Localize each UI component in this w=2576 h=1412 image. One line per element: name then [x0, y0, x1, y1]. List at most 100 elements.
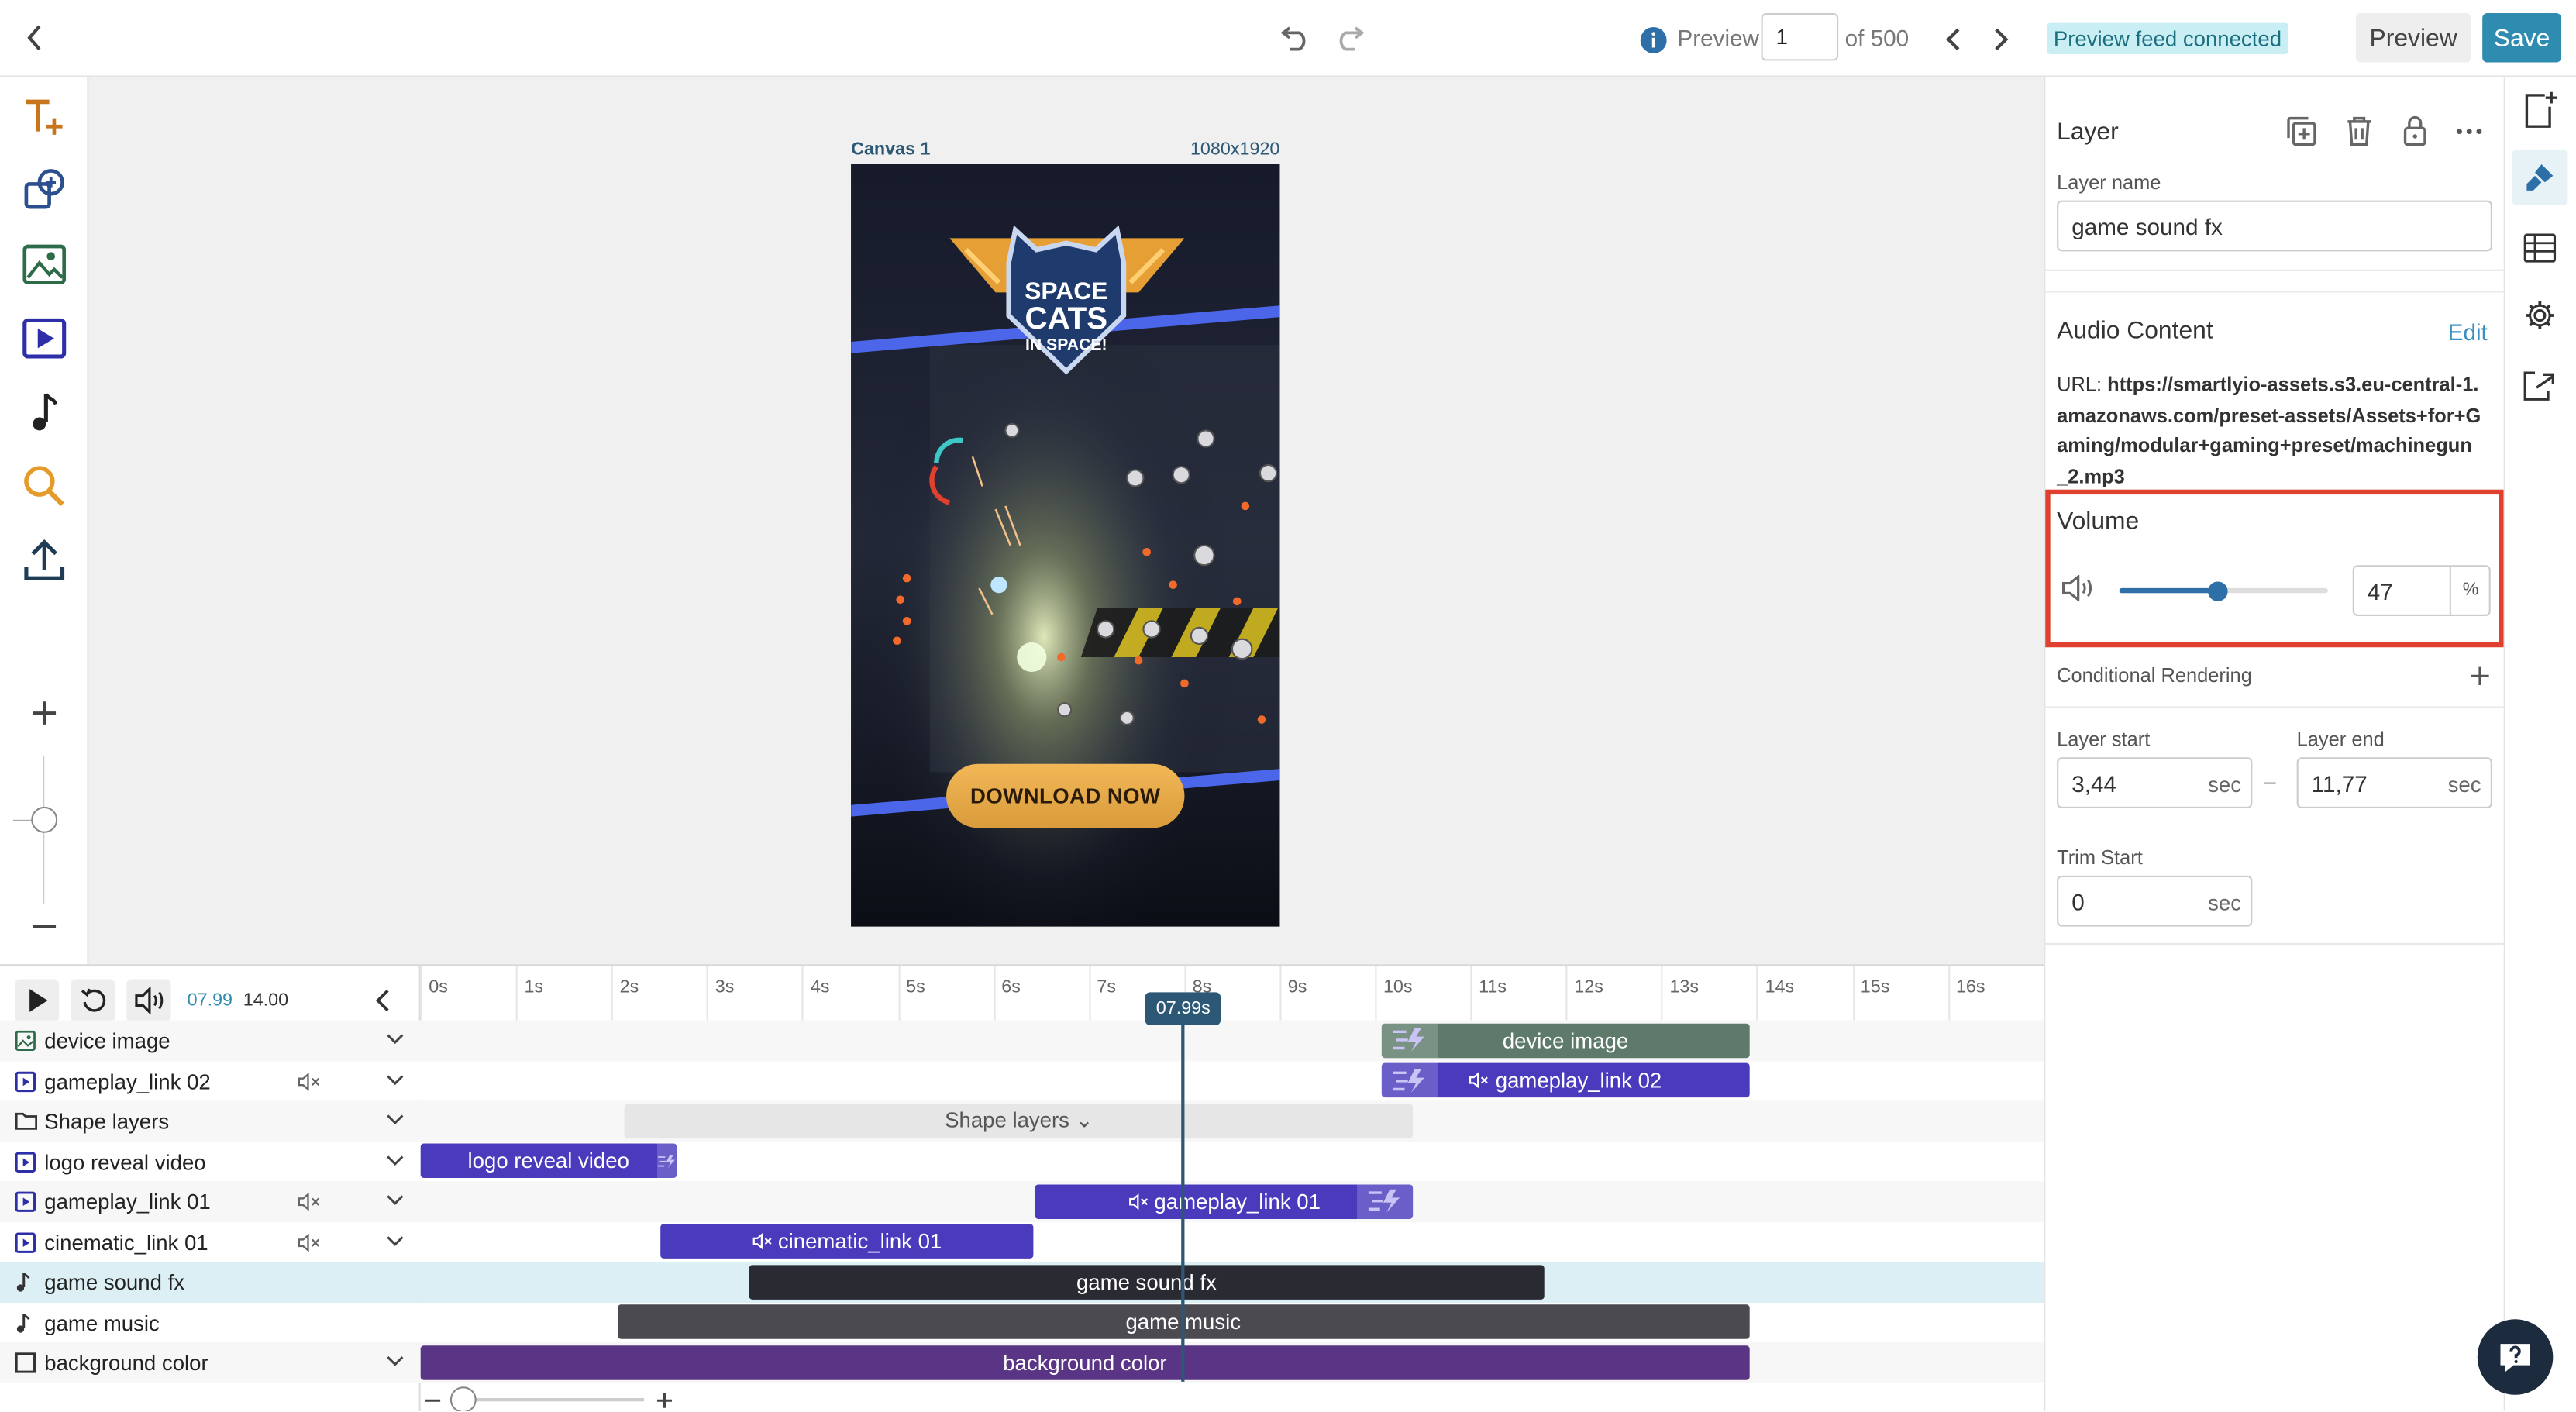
- chevron-left-icon: [27, 25, 41, 50]
- playhead-time[interactable]: 07.99s: [1145, 992, 1221, 1025]
- layer-item[interactable]: game sound fx: [0, 1262, 419, 1302]
- timeline-zoom-track[interactable]: [460, 1398, 645, 1402]
- upload-button[interactable]: [16, 532, 72, 588]
- timeline-tick-label: 7s: [1097, 977, 1117, 997]
- transition-icon[interactable]: [1381, 1062, 1438, 1098]
- layer-name: game music: [44, 1310, 160, 1335]
- preview-button[interactable]: Preview: [2355, 12, 2471, 63]
- layer-end-value: 11,77: [2311, 770, 2368, 797]
- volume-input[interactable]: 47 %: [2352, 565, 2491, 616]
- lock-layer-button[interactable]: [2397, 113, 2433, 150]
- info-icon[interactable]: [1638, 25, 1668, 54]
- volume-toggle-button[interactable]: [126, 979, 171, 1022]
- zoom-in-button[interactable]: [16, 685, 72, 741]
- layer-item[interactable]: gameplay_link 02: [0, 1060, 419, 1100]
- layer-start-input[interactable]: 3,44 sec: [2057, 757, 2253, 808]
- export-button[interactable]: [2522, 368, 2558, 405]
- layer-name: game sound fx: [44, 1269, 185, 1295]
- mute-icon[interactable]: [298, 1193, 322, 1211]
- chevron-down-icon[interactable]: [386, 1114, 404, 1125]
- play-button[interactable]: [15, 979, 60, 1022]
- trim-start-input[interactable]: 0 sec: [2057, 875, 2253, 927]
- timeline-clip[interactable]: gameplay_link 01: [1035, 1183, 1414, 1218]
- timeline-tick-label: 16s: [1955, 977, 1985, 997]
- preview-prev-button[interactable]: [1937, 23, 1969, 56]
- timeline-zoom-in[interactable]: [653, 1388, 676, 1411]
- lock-icon: [2403, 115, 2426, 146]
- layer-item[interactable]: device image: [0, 1020, 419, 1060]
- preview-page-input[interactable]: [1761, 12, 1839, 61]
- total-time: 14.00: [243, 990, 289, 1011]
- replay-button[interactable]: [71, 979, 115, 1022]
- volume-mute-button[interactable]: [2060, 573, 2096, 603]
- layer-item[interactable]: background color: [0, 1342, 419, 1383]
- download-now-button[interactable]: DOWNLOAD NOW: [946, 763, 1185, 828]
- transition-icon[interactable]: [1381, 1022, 1438, 1058]
- more-options-button[interactable]: [2451, 113, 2488, 150]
- duplicate-layer-button[interactable]: [2284, 113, 2320, 150]
- trash-icon: [2347, 116, 2371, 146]
- divider: [2044, 269, 2504, 271]
- undo-button[interactable]: [1275, 23, 1314, 56]
- chevron-down-icon[interactable]: [386, 1033, 404, 1045]
- layer-item[interactable]: logo reveal video: [0, 1141, 419, 1181]
- add-video-button[interactable]: [16, 311, 72, 367]
- help-button[interactable]: [2477, 1319, 2554, 1395]
- zoom-slider-handle[interactable]: [31, 806, 58, 833]
- sec-unit: sec: [2208, 772, 2242, 797]
- layer-item[interactable]: gameplay_link 01: [0, 1181, 419, 1221]
- add-condition-button[interactable]: [2466, 662, 2492, 688]
- mute-icon[interactable]: [298, 1232, 322, 1252]
- layer-item[interactable]: game music: [0, 1302, 419, 1342]
- add-shape-button[interactable]: [16, 163, 72, 219]
- layer-end-label: Layer end: [2296, 728, 2385, 751]
- chevron-down-icon[interactable]: [386, 1154, 404, 1166]
- timeline-tick-label: 1s: [524, 977, 544, 997]
- collapse-timeline-button[interactable]: [368, 986, 398, 1015]
- chevron-down-icon[interactable]: [386, 1073, 404, 1085]
- preview-feed-status: Preview feed connected: [2047, 22, 2288, 54]
- delete-layer-button[interactable]: [2341, 113, 2378, 150]
- timeline-zoom-handle[interactable]: [449, 1386, 477, 1411]
- audio-edit-link[interactable]: Edit: [2448, 319, 2488, 345]
- chevron-down-icon[interactable]: [386, 1355, 404, 1367]
- gear-icon: [2526, 301, 2554, 330]
- add-canvas-button[interactable]: [2520, 91, 2560, 130]
- redo-button[interactable]: [1331, 23, 1370, 56]
- chevron-down-icon[interactable]: [386, 1194, 404, 1206]
- volume-unit-divider: [2449, 567, 2451, 615]
- transition-icon[interactable]: [656, 1143, 677, 1178]
- search-icon: [24, 466, 64, 507]
- layer-item[interactable]: cinematic_link 01: [0, 1221, 419, 1262]
- timeline-zoom-out[interactable]: [421, 1388, 444, 1411]
- playhead-line[interactable]: [1181, 1005, 1185, 1382]
- preview-next-button[interactable]: [1985, 23, 2017, 56]
- timeline-tick-label: 9s: [1287, 977, 1307, 997]
- zoom-out-button[interactable]: [16, 899, 72, 955]
- transition-icon[interactable]: [1357, 1183, 1414, 1218]
- layer-item[interactable]: Shape layers: [0, 1100, 419, 1141]
- timeline-clip[interactable]: Shape layers ⌄: [625, 1103, 1414, 1138]
- search-button[interactable]: [16, 458, 72, 514]
- mute-icon[interactable]: [298, 1072, 322, 1090]
- music-note-icon: [33, 393, 58, 431]
- editor-app: Preview of 500 Preview feed connected Pr…: [0, 0, 2576, 1411]
- timeline-clip[interactable]: game sound fx: [749, 1264, 1545, 1299]
- table-view-button[interactable]: [2522, 230, 2558, 267]
- sec-unit: sec: [2208, 890, 2242, 915]
- timeline-clip[interactable]: cinematic_link 01: [659, 1224, 1034, 1259]
- divider: [2044, 291, 2504, 293]
- layer-name-input[interactable]: game sound fx: [2057, 200, 2492, 252]
- volume-slider-handle[interactable]: [2207, 581, 2227, 601]
- timeline-clip[interactable]: logo reveal video: [420, 1143, 677, 1178]
- audio-content-title: Audio Content: [2057, 317, 2213, 346]
- chevron-down-icon[interactable]: [386, 1235, 404, 1246]
- add-image-button[interactable]: [16, 236, 72, 292]
- back-button[interactable]: [16, 19, 53, 56]
- settings-button[interactable]: [2522, 298, 2558, 334]
- save-button[interactable]: Save: [2482, 12, 2561, 63]
- timeline-clip[interactable]: background color: [420, 1345, 1750, 1379]
- layer-end-input[interactable]: 11,77 sec: [2296, 757, 2492, 808]
- add-audio-button[interactable]: [16, 384, 72, 440]
- add-text-button[interactable]: [16, 88, 72, 144]
